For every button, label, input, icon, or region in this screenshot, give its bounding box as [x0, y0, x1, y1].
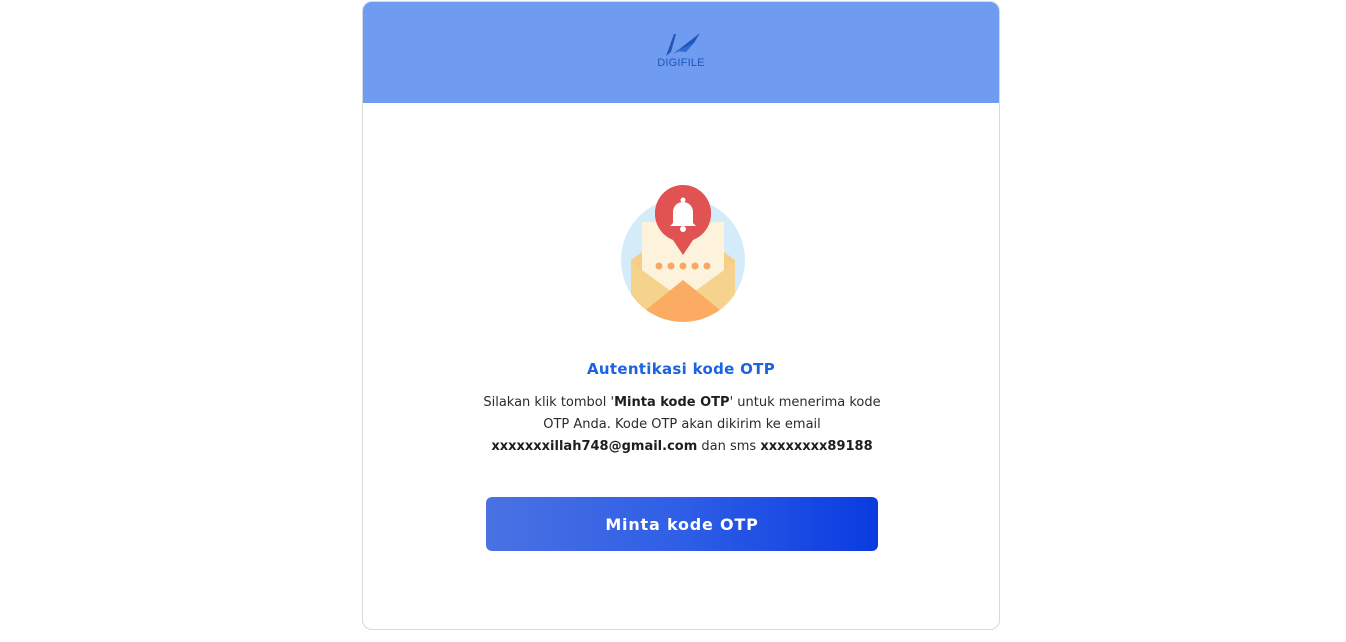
- desc-text-1: Silakan klik tombol ': [483, 395, 615, 410]
- otp-description: Silakan klik tombol 'Minta kode OTP' unt…: [473, 392, 891, 458]
- digifile-logo: DIGIFILE: [651, 30, 711, 69]
- card-header: DIGIFILE: [363, 2, 999, 103]
- masked-email: xxxxxxxillah748@gmail.com: [491, 439, 698, 454]
- page-title: Autentikasi kode OTP: [587, 360, 775, 378]
- logo-text: DIGIFILE: [657, 57, 705, 69]
- otp-card: DIGIFILE Autentikasi kode OTP Silakan kl…: [362, 1, 1000, 630]
- envelope-notification-bell-icon: [618, 182, 748, 322]
- desc-text-3: dan sms: [697, 439, 761, 454]
- digifile-logo-icon: [666, 33, 700, 56]
- masked-phone: xxxxxxxx89188: [760, 439, 873, 454]
- request-otp-button[interactable]: Minta kode OTP: [486, 497, 878, 551]
- desc-button-name: Minta kode OTP: [614, 395, 730, 410]
